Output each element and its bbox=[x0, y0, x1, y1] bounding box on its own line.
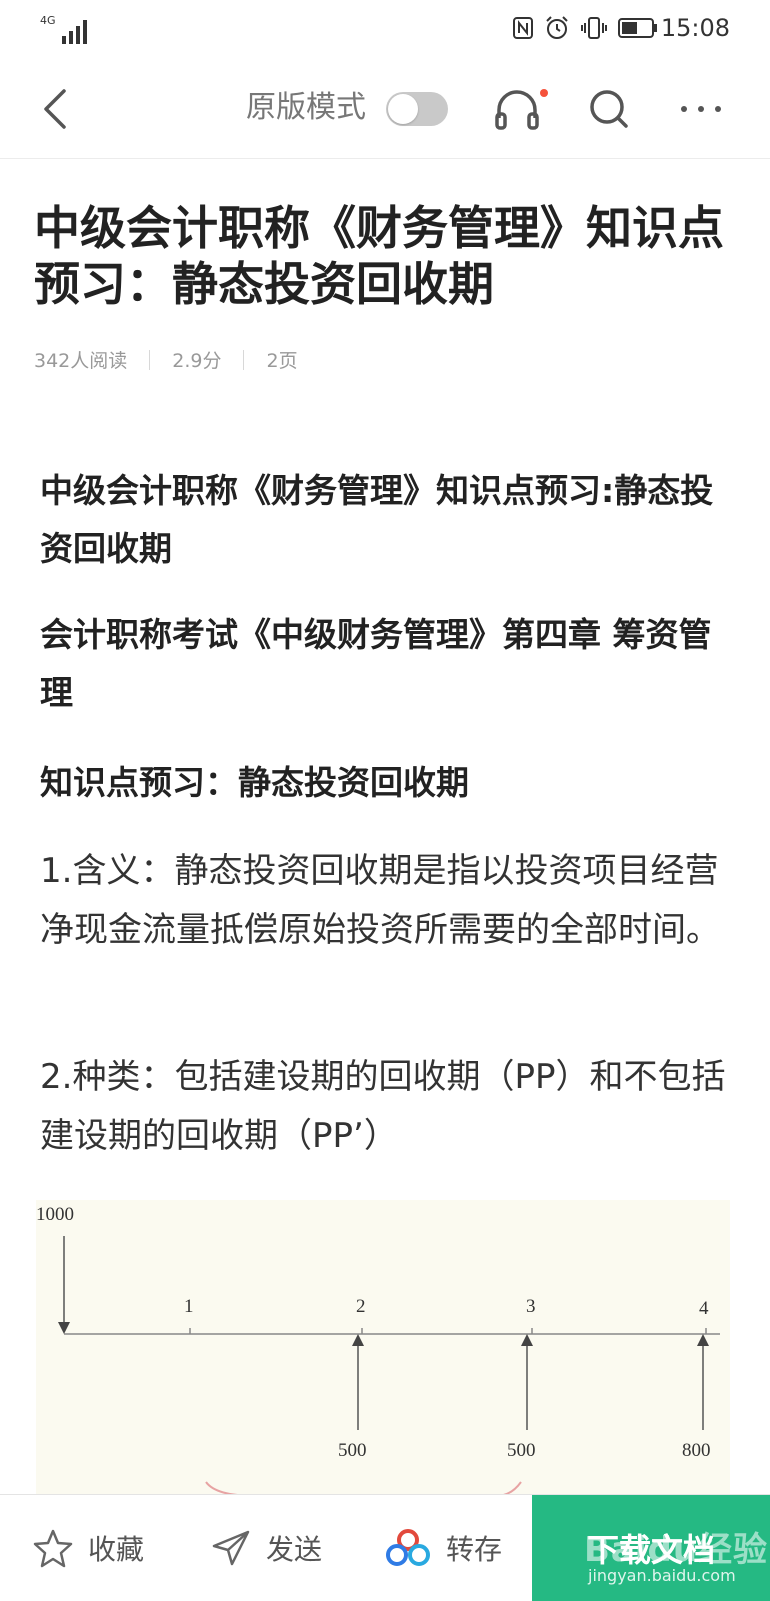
status-bar: 4G 15:08 bbox=[0, 0, 770, 60]
save-label: 转存 bbox=[446, 1533, 503, 1566]
more-options-icon[interactable] bbox=[676, 84, 726, 134]
meta-divider bbox=[243, 349, 245, 370]
watermark-url: jingyan.baidu.com bbox=[588, 1566, 736, 1585]
notification-dot bbox=[540, 89, 548, 97]
star-icon bbox=[33, 1529, 73, 1568]
types-paragraph: 2.种类：包括建设期的回收期（PP）和不包括建设期的回收期（PP’） bbox=[40, 1057, 726, 1156]
search-icon[interactable] bbox=[584, 84, 634, 134]
toggle-knob bbox=[388, 94, 418, 124]
back-arrow-icon[interactable] bbox=[38, 86, 78, 132]
clock: 15:08 bbox=[660, 14, 730, 42]
send-label: 发送 bbox=[266, 1533, 323, 1566]
period-label: 2 bbox=[356, 1296, 366, 1317]
original-mode-toggle[interactable] bbox=[386, 92, 448, 126]
signal-bars-icon bbox=[62, 20, 87, 44]
period-label: 3 bbox=[526, 1296, 536, 1317]
inflow-label: 800 bbox=[682, 1440, 711, 1461]
send-icon bbox=[212, 1530, 250, 1566]
send-button[interactable]: 发送 bbox=[210, 1495, 322, 1601]
system-icons bbox=[512, 14, 658, 42]
section-heading: 知识点预习：静态投资回收期 bbox=[40, 763, 469, 802]
period-label: 4 bbox=[699, 1298, 709, 1319]
inflow-label: 500 bbox=[507, 1440, 536, 1461]
outflow-label: 1000 bbox=[36, 1204, 74, 1225]
baidu-watermark: Baidu经验 bbox=[584, 1530, 769, 1570]
cloud-save-icon bbox=[386, 1529, 430, 1566]
network-type: 4G bbox=[40, 14, 56, 27]
definition-paragraph: 1.含义：静态投资回收期是指以投资项目经营净现金流量抵偿原始投资所需要的全部时间… bbox=[40, 851, 720, 950]
inflow-label: 500 bbox=[338, 1440, 367, 1461]
nfc-icon bbox=[513, 17, 533, 39]
page-count: 2页 bbox=[266, 350, 298, 372]
original-mode-label: 原版模式 bbox=[246, 90, 366, 125]
headphones-icon[interactable] bbox=[492, 84, 542, 134]
doc-heading: 中级会计职称《财务管理》知识点预习:静态投资回收期 bbox=[40, 471, 714, 568]
meta-divider bbox=[149, 349, 151, 370]
top-toolbar: 原版模式 bbox=[0, 60, 770, 159]
collect-label: 收藏 bbox=[88, 1533, 145, 1566]
chapter-heading: 会计职称考试《中级财务管理》第四章 筹资管理 bbox=[40, 615, 712, 712]
read-count: 342人阅读 bbox=[34, 350, 128, 372]
vibrate-icon bbox=[581, 17, 607, 39]
article-title: 中级会计职称《财务管理》知识点预习：静态投资回收期 bbox=[34, 201, 724, 311]
collect-button[interactable]: 收藏 bbox=[32, 1495, 144, 1601]
alarm-icon bbox=[546, 16, 568, 39]
period-label: 1 bbox=[184, 1296, 194, 1317]
battery-icon bbox=[618, 18, 657, 38]
cash-flow-diagram: 1000 1 2 3 4 500 500 800 bbox=[36, 1200, 730, 1500]
save-to-cloud-button[interactable]: 转存 bbox=[384, 1495, 502, 1601]
article-meta: 342人阅读 2.9分 2页 bbox=[34, 346, 298, 373]
rating-score: 2.9分 bbox=[172, 350, 222, 372]
cash-flow-svg: 1000 1 2 3 4 500 500 800 bbox=[36, 1204, 720, 1497]
